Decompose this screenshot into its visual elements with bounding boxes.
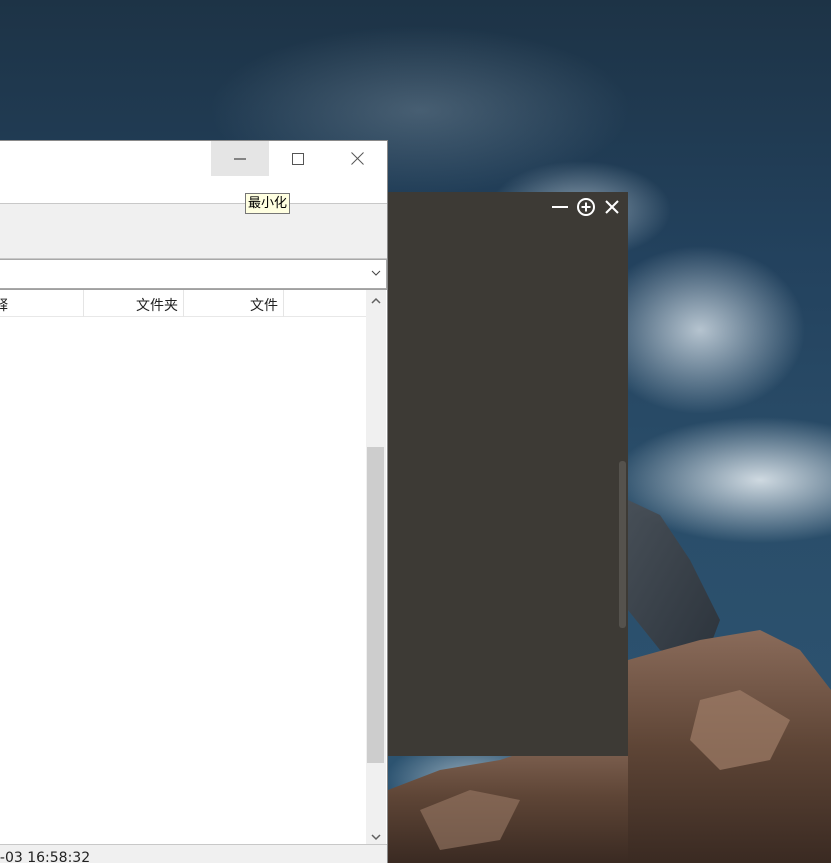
minimize-icon (234, 158, 246, 159)
list-column-header: 注释 文件夹 文件 (0, 290, 366, 317)
column-label: 文件 (250, 298, 278, 314)
minimize-button[interactable] (211, 141, 269, 176)
panel-scrollbar-thumb[interactable] (619, 461, 626, 628)
scroll-up-button[interactable] (366, 292, 386, 310)
maximize-icon (292, 152, 304, 165)
panel-add-button[interactable] (575, 196, 597, 218)
chevron-down-icon[interactable] (370, 267, 382, 279)
column-header-comment[interactable]: 注释 (0, 290, 84, 317)
panel-close-button[interactable] (601, 196, 623, 218)
status-text: 5-03 16:58:32 (0, 850, 91, 863)
vertical-scrollbar[interactable] (366, 290, 386, 845)
column-header-folder[interactable]: 文件夹 (84, 290, 184, 317)
close-icon (605, 200, 619, 214)
column-header-file[interactable]: 文件 (184, 290, 284, 317)
panel-minimize-button[interactable] (549, 196, 571, 218)
maximize-button[interactable] (269, 141, 327, 176)
floating-panel (388, 192, 628, 756)
add-circle-icon (577, 198, 595, 216)
close-icon (350, 152, 364, 165)
column-label: 文件夹 (136, 298, 178, 314)
minimize-tooltip: 最小化 (245, 193, 291, 214)
minimize-icon (552, 206, 568, 208)
scrollbar-thumb[interactable] (367, 447, 384, 763)
explorer-window: 注释 文件夹 文件 5-03 16:58:32 (0, 140, 388, 863)
file-list[interactable]: 注释 文件夹 文件 (0, 289, 387, 845)
chevron-down-icon (371, 834, 381, 841)
column-label: 注释 (0, 298, 8, 314)
close-button[interactable] (327, 141, 387, 176)
address-combobox[interactable] (0, 259, 387, 289)
window-titlebar[interactable] (0, 141, 387, 176)
status-bar: 5-03 16:58:32 (0, 844, 387, 863)
chevron-up-icon (371, 297, 381, 304)
toolbar-area (0, 203, 387, 259)
